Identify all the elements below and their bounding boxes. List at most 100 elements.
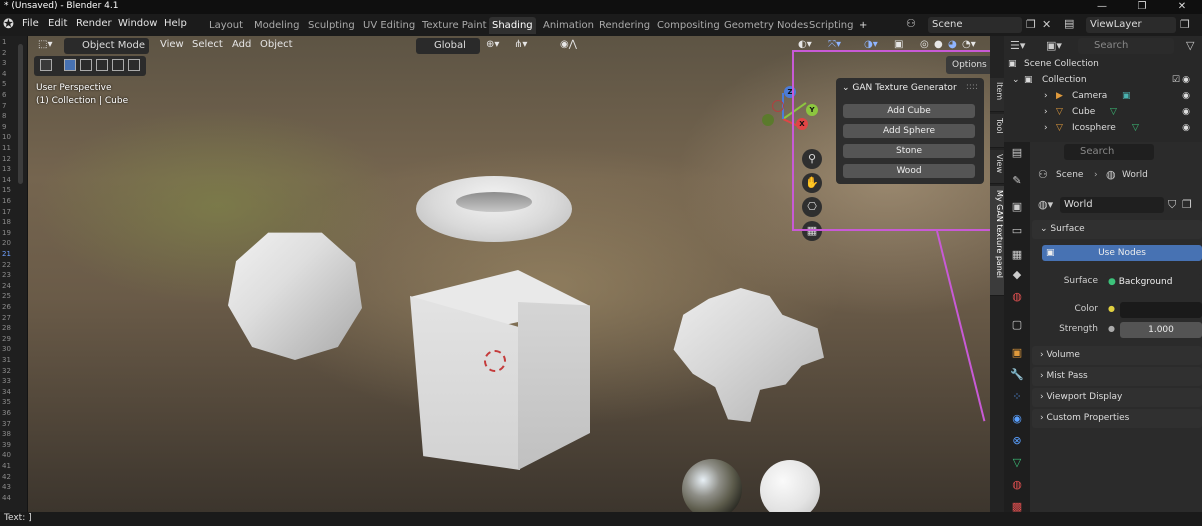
mesh-data-icon[interactable]: ▽ [1110, 104, 1117, 120]
workspace-tab-uv-editing[interactable]: UV Editing [360, 17, 418, 34]
section-mist-pass[interactable]: › Mist Pass [1032, 367, 1202, 386]
filter-icon[interactable]: ▽ [1186, 39, 1194, 53]
gizmo-neg-y-handle[interactable] [762, 114, 774, 126]
new-view-layer-icon[interactable]: ❐ [1180, 18, 1190, 32]
breadcrumb-scene[interactable]: Scene [1056, 170, 1083, 180]
menu-view[interactable]: View [160, 39, 184, 50]
view-layer-field[interactable]: ViewLayer [1086, 17, 1176, 33]
select-subtract-icon[interactable] [96, 59, 108, 71]
tool-tab-icon[interactable]: ✎ [1010, 174, 1024, 187]
panel-grip-icon[interactable]: :::: [966, 82, 978, 92]
select-invert-icon[interactable] [112, 59, 124, 71]
visibility-eye-icon[interactable]: ◉ [1182, 120, 1190, 136]
new-world-icon[interactable]: ❐ [1182, 198, 1192, 212]
shading-solid-icon[interactable]: ● [934, 39, 943, 50]
visibility-eye-icon[interactable]: ◉ [1182, 104, 1190, 120]
properties-editor-icon[interactable]: ▤ [1010, 146, 1024, 159]
gizmo-neg-x-handle[interactable] [772, 100, 784, 112]
use-nodes-button[interactable]: ▣ Use Nodes [1042, 245, 1202, 261]
strength-field[interactable]: 1.000 [1120, 322, 1202, 338]
wood-button[interactable]: Wood [843, 164, 975, 178]
collection-tab-icon[interactable]: ▢ [1010, 318, 1024, 331]
output-tab-icon[interactable]: ▭ [1010, 224, 1024, 237]
shading-material-icon[interactable]: ◕ [948, 39, 957, 50]
visibility-eye-icon[interactable]: ◉ [1182, 72, 1190, 88]
workspace-tab-texture-paint[interactable]: Texture Paint [419, 17, 490, 34]
material-tab-icon[interactable]: ◍ [1010, 478, 1024, 491]
mode-selector[interactable]: Object Mode [64, 38, 149, 54]
data-tab-icon[interactable]: ▽ [1010, 456, 1024, 469]
pan-hand-icon[interactable]: ✋ [802, 173, 822, 193]
stone-button[interactable]: Stone [843, 144, 975, 158]
proportional-edit-icon[interactable]: ◉⋀ [560, 39, 577, 50]
transform-orientation-select[interactable]: Global [416, 38, 480, 54]
zoom-icon[interactable]: ⚲ [802, 149, 822, 169]
maximize-button[interactable]: ❐ [1122, 0, 1162, 14]
new-scene-icon[interactable]: ❐ [1026, 18, 1036, 32]
camera-view-icon[interactable]: ⎔ [802, 197, 822, 217]
menu-render[interactable]: Render [76, 18, 112, 29]
exclude-checkbox-icon[interactable]: ☑ [1172, 72, 1180, 88]
menu-object[interactable]: Object [260, 39, 293, 50]
select-extend-icon[interactable] [80, 59, 92, 71]
properties-search-input[interactable]: Search [1064, 144, 1154, 160]
workspace-tab-rendering[interactable]: Rendering [596, 17, 653, 34]
visibility-eye-icon[interactable]: ◉ [1182, 88, 1190, 104]
torus-object[interactable] [416, 176, 572, 242]
section-viewport-display[interactable]: › Viewport Display [1032, 388, 1202, 407]
outliner-row-cube[interactable]: › ▽ Cube ▽ ◉ [1004, 104, 1202, 120]
outliner-editor-icon[interactable]: ☰▾ [1010, 39, 1025, 53]
tab-item[interactable]: Item [990, 78, 1004, 112]
tab-tool[interactable]: Tool [990, 114, 1004, 148]
shading-wireframe-icon[interactable]: ◎ [920, 39, 929, 50]
workspace-tab-modeling[interactable]: Modeling [251, 17, 303, 34]
breadcrumb-world[interactable]: World [1122, 170, 1148, 180]
icosphere-object[interactable] [228, 232, 362, 360]
workspace-tab-geometry-nodes[interactable]: Geometry Nodes [721, 17, 811, 34]
expand-cube-icon[interactable]: › [1044, 104, 1048, 120]
outliner-row-icosphere[interactable]: › ▽ Icosphere ▽ ◉ [1004, 120, 1202, 136]
3d-cursor-icon[interactable] [484, 350, 506, 372]
workspace-tab-animation[interactable]: Animation [540, 17, 597, 34]
add-workspace-button[interactable]: + [856, 17, 870, 34]
visibility-icon[interactable]: ◐▾ [798, 39, 812, 50]
scene-name-field[interactable]: Scene [928, 17, 1022, 33]
gizmo-x-handle[interactable]: X [796, 118, 808, 130]
strength-socket-icon[interactable]: ● [1108, 324, 1115, 333]
add-sphere-button[interactable]: Add Sphere [843, 124, 975, 138]
outliner-row-camera[interactable]: › ▶ Camera ▣ ◉ [1004, 88, 1202, 104]
fake-user-shield-icon[interactable]: ⛉ [1168, 198, 1176, 212]
world-tab-icon[interactable]: ◍ [1010, 290, 1024, 303]
workspace-tab-scripting[interactable]: Scripting [806, 17, 856, 34]
menu-help[interactable]: Help [164, 18, 187, 29]
color-socket-icon[interactable]: ● [1108, 304, 1115, 313]
add-cube-button[interactable]: Add Cube [843, 104, 975, 118]
section-surface[interactable]: ⌄ Surface [1032, 220, 1202, 239]
select-new-icon[interactable] [64, 59, 76, 71]
constraints-tab-icon[interactable]: ⊗ [1010, 434, 1024, 447]
editor-type-icon[interactable]: ⬚▾ [38, 39, 52, 50]
outliner-row-collection[interactable]: ⌄ ▣ Collection ☑ ◉ [1004, 72, 1202, 88]
pivot-point-icon[interactable]: ⊕▾ [486, 39, 499, 50]
menu-select[interactable]: Select [192, 39, 223, 50]
tweak-tool-icon[interactable] [40, 59, 52, 71]
tab-view[interactable]: View [990, 150, 1004, 184]
outliner-row-scene-collection[interactable]: ▣ Scene Collection [1004, 56, 1202, 72]
modifier-tab-icon[interactable]: 🔧 [1010, 368, 1024, 381]
outliner-search-input[interactable]: Search [1078, 38, 1174, 54]
menu-add[interactable]: Add [232, 39, 251, 50]
expand-icosphere-icon[interactable]: › [1044, 120, 1048, 136]
gizmo-y-handle[interactable]: Y [806, 104, 818, 116]
world-browse-icon[interactable]: ◍▾ [1038, 198, 1053, 212]
minimize-button[interactable]: — [1082, 0, 1122, 14]
menu-file[interactable]: File [22, 18, 39, 29]
3d-viewport[interactable]: ⬚▾ Object Mode View Select Add Object Gl… [28, 36, 990, 512]
workspace-tab-shading[interactable]: Shading [489, 17, 536, 34]
display-mode-icon[interactable]: ▣▾ [1046, 39, 1062, 53]
color-swatch[interactable] [1120, 302, 1202, 318]
snap-icon[interactable]: ⋔▾ [514, 39, 527, 50]
view-layer-icon[interactable]: ▤ [1064, 17, 1074, 31]
expand-collection-icon[interactable]: ⌄ [1012, 72, 1020, 88]
mesh-data-icon[interactable]: ▽ [1132, 120, 1139, 136]
gizmo-z-handle[interactable]: Z [784, 86, 796, 98]
